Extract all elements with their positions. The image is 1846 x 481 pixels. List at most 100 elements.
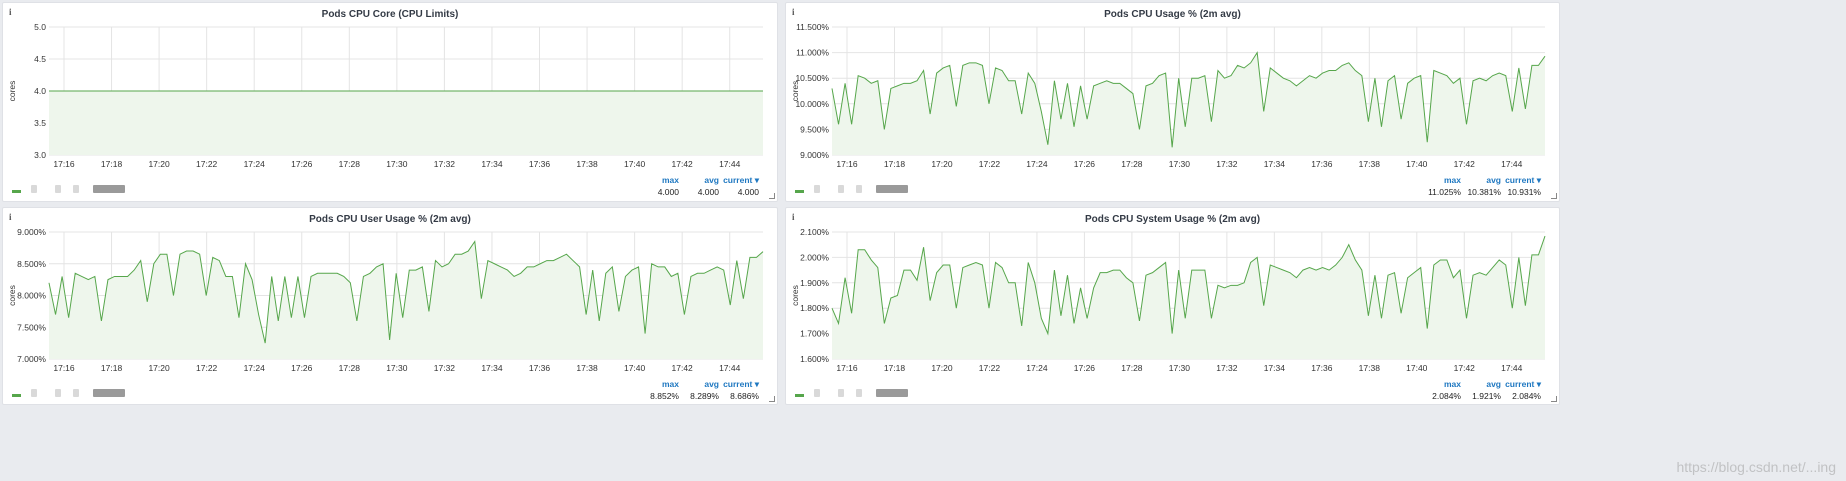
series-area xyxy=(49,241,763,359)
x-tick-label: 17:36 xyxy=(1311,159,1333,169)
legend-value-current: 2.084% xyxy=(1512,391,1541,401)
y-axis-label: cores xyxy=(790,81,800,102)
x-tick-label: 17:26 xyxy=(1074,159,1096,169)
x-tick-label: 17:34 xyxy=(1264,363,1286,373)
panel-title[interactable]: Pods CPU User Usage % (2m avg) xyxy=(3,214,777,225)
x-tick-label: 17:28 xyxy=(1121,159,1143,169)
panel-title[interactable]: Pods CPU System Usage % (2m avg) xyxy=(786,214,1559,225)
legend: max 2.084% avg 1.921% current ▾ 2.084% xyxy=(786,379,1559,405)
panel-cpu-system-usage[interactable]: 2.100% 2.000% 1.900% 1.800% 1.700% 1.600% 17:1… xyxy=(785,207,1560,405)
y-tick-label: 7.000% xyxy=(17,354,46,364)
x-tick-label: 17:16 xyxy=(53,159,75,169)
panel-title[interactable]: Pods CPU Core (CPU Limits) xyxy=(3,9,777,20)
y-tick-label: 10.500% xyxy=(795,73,829,83)
legend-value-max: 4.000 xyxy=(657,187,679,197)
legend-value-avg: 10.381% xyxy=(1467,187,1501,197)
x-tick-label: 17:44 xyxy=(719,363,741,373)
x-tick-label: 17:40 xyxy=(624,159,646,169)
x-tick-label: 17:38 xyxy=(576,159,598,169)
y-tick-label: 1.800% xyxy=(800,303,829,313)
x-tick-label: 17:18 xyxy=(101,159,123,169)
panel-cpu-user-usage[interactable]: 9.000% 8.500% 8.000% 7.500% 7.000% 17:16 17:18… xyxy=(2,207,778,405)
x-tick-label: 17:18 xyxy=(101,363,123,373)
watermark: https://blog.csdn.net/...ing xyxy=(1676,459,1836,475)
legend-header-max[interactable]: max xyxy=(1444,175,1461,185)
legend-series-name-redacted[interactable] xyxy=(814,185,820,193)
legend-series-name-redacted[interactable] xyxy=(55,185,61,193)
chart-svg[interactable]: 9.000% 8.500% 8.000% 7.500% 7.000% 17:16 17:18… xyxy=(3,208,779,406)
legend: max 8.852% avg 8.289% current ▾ 8.686% xyxy=(3,379,777,405)
legend-series-name-redacted[interactable] xyxy=(838,185,844,193)
chart-svg[interactable]: 5.0 4.5 4.0 3.5 3.0 17:16 17:18 17:20 17:22 17:24… xyxy=(3,3,779,203)
legend-header-current[interactable]: current ▾ xyxy=(723,175,759,186)
x-tick-label: 17:32 xyxy=(1216,159,1238,169)
legend-series-name-redacted[interactable] xyxy=(838,389,844,397)
x-tick-label: 17:36 xyxy=(529,363,551,373)
x-tick-label: 17:40 xyxy=(1406,159,1428,169)
x-tick-label: 17:26 xyxy=(291,363,313,373)
legend-header-avg[interactable]: avg xyxy=(704,175,719,185)
x-tick-label: 17:16 xyxy=(836,363,858,373)
panel-cpu-usage[interactable]: 11.500% 11.000% 10.500% 10.000% 9.500% 9.000%… xyxy=(785,2,1560,202)
legend-header-max[interactable]: max xyxy=(1444,379,1461,389)
legend-series-name-redacted[interactable] xyxy=(93,185,125,193)
y-tick-label: 10.000% xyxy=(795,99,829,109)
y-tick-label: 7.500% xyxy=(17,322,46,332)
legend-value-current: 10.931% xyxy=(1507,187,1541,197)
y-tick-label: 2.100% xyxy=(800,227,829,237)
legend-swatch[interactable] xyxy=(12,394,21,397)
legend-series-name-redacted[interactable] xyxy=(55,389,61,397)
chart-svg[interactable]: 11.500% 11.000% 10.500% 10.000% 9.500% 9.000%… xyxy=(786,3,1561,203)
x-tick-label: 17:22 xyxy=(979,363,1001,373)
x-tick-label: 17:16 xyxy=(836,159,858,169)
y-tick-label: 1.900% xyxy=(800,278,829,288)
legend-swatch[interactable] xyxy=(795,190,804,193)
x-tick-label: 17:36 xyxy=(529,159,551,169)
x-tick-label: 17:30 xyxy=(1169,159,1191,169)
legend-series-name-redacted[interactable] xyxy=(856,389,862,397)
panel-cpu-core[interactable]: 5.0 4.5 4.0 3.5 3.0 17:16 17:18 17:20 17:22 17:24… xyxy=(2,2,778,202)
legend-header-current[interactable]: current ▾ xyxy=(1505,175,1541,186)
legend-series-name-redacted[interactable] xyxy=(31,185,37,193)
legend-header-max[interactable]: max xyxy=(662,175,679,185)
legend-series-name-redacted[interactable] xyxy=(73,185,79,193)
legend-series-name-redacted[interactable] xyxy=(31,389,37,397)
y-tick-label: 9.000% xyxy=(800,150,829,160)
legend-value-max: 8.852% xyxy=(650,391,679,401)
x-tick-label: 17:20 xyxy=(931,159,953,169)
legend-header-avg[interactable]: avg xyxy=(1486,379,1501,389)
legend-swatch[interactable] xyxy=(12,190,21,193)
x-tick-label: 17:32 xyxy=(434,363,456,373)
x-tick-label: 17:22 xyxy=(979,159,1001,169)
legend-series-name-redacted[interactable] xyxy=(93,389,125,397)
x-tick-label: 17:36 xyxy=(1311,363,1333,373)
chart-svg[interactable]: 2.100% 2.000% 1.900% 1.800% 1.700% 1.600% 17:1… xyxy=(786,208,1561,406)
legend-series-name-redacted[interactable] xyxy=(73,389,79,397)
legend-value-max: 11.025% xyxy=(1428,187,1461,197)
y-tick-label: 8.500% xyxy=(17,259,46,269)
x-tick-label: 17:24 xyxy=(244,159,266,169)
x-tick-label: 17:28 xyxy=(339,363,361,373)
legend-header-current[interactable]: current ▾ xyxy=(723,379,759,390)
legend-swatch[interactable] xyxy=(795,394,804,397)
x-tick-label: 17:30 xyxy=(386,159,408,169)
y-tick-label: 2.000% xyxy=(800,252,829,262)
legend-header-max[interactable]: max xyxy=(662,379,679,389)
legend-series-name-redacted[interactable] xyxy=(814,389,820,397)
legend: max 11.025% avg 10.381% current ▾ 10.931% xyxy=(786,175,1559,201)
y-tick-label: 4.0 xyxy=(34,86,46,96)
legend-series-name-redacted[interactable] xyxy=(876,389,908,397)
legend-value-max: 2.084% xyxy=(1432,391,1461,401)
x-tick-label: 17:28 xyxy=(339,159,361,169)
x-tick-label: 17:44 xyxy=(1501,363,1523,373)
legend-series-name-redacted[interactable] xyxy=(856,185,862,193)
legend-header-current[interactable]: current ▾ xyxy=(1505,379,1541,390)
legend-series-name-redacted[interactable] xyxy=(876,185,908,193)
panel-title[interactable]: Pods CPU Usage % (2m avg) xyxy=(786,9,1559,20)
legend-header-avg[interactable]: avg xyxy=(1486,175,1501,185)
x-tick-label: 17:26 xyxy=(291,159,313,169)
legend-header-avg[interactable]: avg xyxy=(704,379,719,389)
y-tick-label: 3.0 xyxy=(34,150,46,160)
x-tick-label: 17:26 xyxy=(1074,363,1096,373)
x-tick-label: 17:16 xyxy=(53,363,75,373)
